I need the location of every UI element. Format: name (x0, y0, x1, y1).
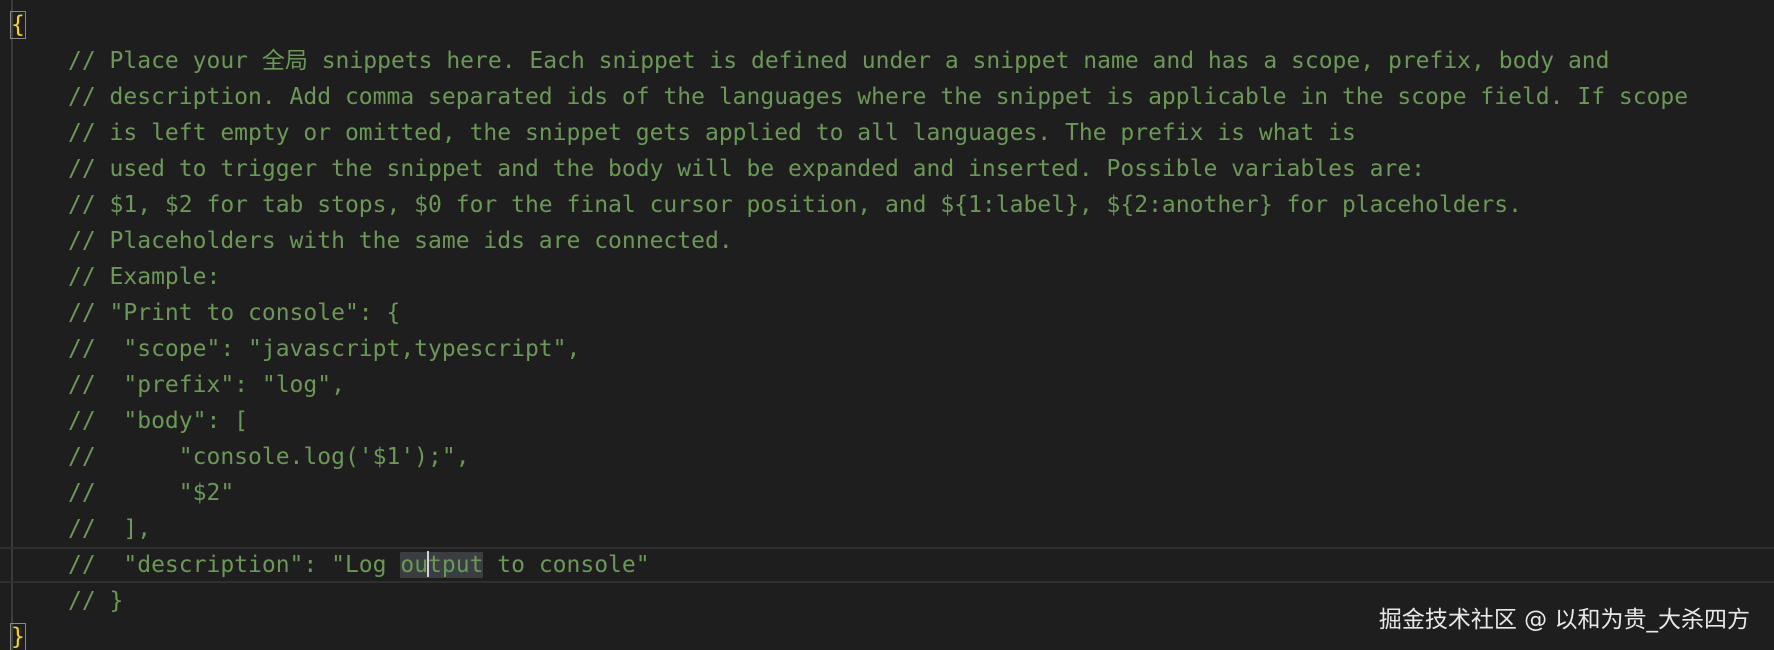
comment-text: // "description": "Log (68, 552, 401, 578)
comment-text: // "scope": "javascript,typescript", (68, 336, 581, 362)
comment-text: // "prefix": "log", (68, 372, 345, 398)
comment-text: // "console.log('$1');", (68, 444, 470, 470)
comment-text: // ], (68, 516, 152, 542)
code-line[interactable]: // Example: (10, 259, 1774, 295)
code-line[interactable]: // "$2" (10, 475, 1774, 511)
selected-text[interactable]: output (400, 550, 484, 578)
code-line[interactable]: // "scope": "javascript,typescript", (10, 331, 1774, 367)
comment-text: // is left empty or omitted, the snippet… (68, 120, 1356, 146)
comment-text: // $1, $2 for tab stops, $0 for the fina… (68, 192, 1522, 218)
code-line[interactable]: // "body": [ (10, 403, 1774, 439)
comment-text: // Placeholders with the same ids are co… (68, 228, 733, 254)
comment-text: // } (68, 588, 124, 614)
comment-text: // used to trigger the snippet and the b… (68, 156, 1426, 182)
text-cursor (427, 550, 430, 577)
code-line[interactable]: // is left empty or omitted, the snippet… (10, 115, 1774, 151)
code-line-open-brace[interactable]: { (10, 7, 1774, 43)
code-line[interactable]: // Placeholders with the same ids are co… (10, 223, 1774, 259)
comment-text: // Example: (68, 264, 221, 290)
code-line[interactable]: // $1, $2 for tab stops, $0 for the fina… (10, 187, 1774, 223)
code-line[interactable]: // "console.log('$1');", (10, 439, 1774, 475)
code-line[interactable]: // "prefix": "log", (10, 367, 1774, 403)
comment-text: // description. Add comma separated ids … (68, 84, 1689, 110)
bracket-match-close: } (10, 623, 26, 650)
code-area[interactable]: { // Place your 全局 snippets here. Each s… (0, 7, 1774, 650)
bracket-match-open: { (10, 11, 26, 39)
comment-text: // Place your 全局 snippets here. Each sni… (68, 48, 1610, 74)
comment-text: // "body": [ (68, 408, 249, 434)
watermark: 掘金技术社区 @ 以和为贵_大杀四方 (1378, 607, 1750, 633)
comment-text: to console" (483, 552, 650, 578)
code-line[interactable]: // "Print to console": { (10, 295, 1774, 331)
comment-text: // "Print to console": { (68, 300, 401, 326)
code-line[interactable]: // used to trigger the snippet and the b… (10, 151, 1774, 187)
code-line[interactable]: // ], (10, 511, 1774, 547)
code-line-current[interactable]: // "description": "Log output to console… (0, 547, 1774, 583)
comment-text: // "$2" (68, 480, 235, 506)
code-line[interactable]: // Place your 全局 snippets here. Each sni… (10, 43, 1774, 79)
code-editor[interactable]: { // Place your 全局 snippets here. Each s… (0, 0, 1774, 650)
code-line[interactable]: // description. Add comma separated ids … (10, 79, 1774, 115)
